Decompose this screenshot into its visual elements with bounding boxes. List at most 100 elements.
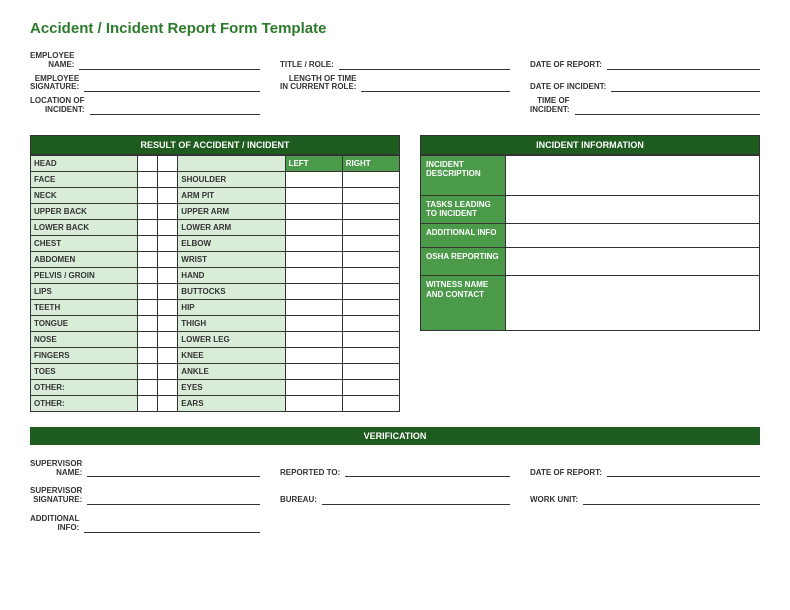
info-row-label: INCIDENT DESCRIPTION bbox=[421, 155, 506, 195]
info-row-label: TASKS LEADING TO INCIDENT bbox=[421, 195, 506, 223]
body-checkbox[interactable] bbox=[342, 283, 399, 299]
body-checkbox[interactable] bbox=[285, 283, 342, 299]
body-checkbox[interactable] bbox=[285, 395, 342, 411]
body-checkbox[interactable] bbox=[138, 219, 158, 235]
body-checkbox[interactable] bbox=[342, 251, 399, 267]
body-checkbox[interactable] bbox=[342, 187, 399, 203]
body-checkbox[interactable] bbox=[285, 379, 342, 395]
body-checkbox[interactable] bbox=[158, 155, 178, 171]
result-header: RESULT OF ACCIDENT / INCIDENT bbox=[30, 135, 400, 155]
body-checkbox[interactable] bbox=[158, 171, 178, 187]
body-checkbox[interactable] bbox=[285, 235, 342, 251]
location-incident-input[interactable] bbox=[90, 103, 260, 115]
body-checkbox[interactable] bbox=[138, 379, 158, 395]
title-role-input[interactable] bbox=[339, 58, 510, 70]
body-checkbox[interactable] bbox=[158, 331, 178, 347]
body-checkbox[interactable] bbox=[158, 219, 178, 235]
employee-name-input[interactable] bbox=[79, 58, 260, 70]
body-part-label: TOES bbox=[31, 363, 138, 379]
employee-signature-input[interactable] bbox=[84, 80, 260, 92]
body-checkbox[interactable] bbox=[138, 395, 158, 411]
body-checkbox[interactable] bbox=[138, 267, 158, 283]
body-checkbox[interactable] bbox=[138, 347, 158, 363]
bureau-input[interactable] bbox=[322, 493, 510, 505]
body-checkbox[interactable] bbox=[158, 363, 178, 379]
info-row-input[interactable] bbox=[506, 247, 760, 275]
body-checkbox[interactable] bbox=[138, 171, 158, 187]
body-checkbox[interactable] bbox=[158, 283, 178, 299]
body-part-label: CHEST bbox=[31, 235, 138, 251]
body-checkbox[interactable] bbox=[158, 299, 178, 315]
body-checkbox[interactable] bbox=[342, 331, 399, 347]
body-checkbox[interactable] bbox=[342, 203, 399, 219]
verif-date-report-input[interactable] bbox=[607, 465, 760, 477]
body-checkbox[interactable] bbox=[158, 267, 178, 283]
body-checkbox[interactable] bbox=[158, 187, 178, 203]
body-checkbox[interactable] bbox=[138, 363, 158, 379]
body-checkbox[interactable] bbox=[342, 267, 399, 283]
body-checkbox[interactable] bbox=[342, 235, 399, 251]
body-checkbox[interactable] bbox=[342, 347, 399, 363]
body-checkbox[interactable] bbox=[158, 379, 178, 395]
info-row-label: OSHA REPORTING bbox=[421, 247, 506, 275]
body-checkbox[interactable] bbox=[342, 219, 399, 235]
verification-section: SUPERVISOR NAME: REPORTED TO: DATE OF RE… bbox=[30, 460, 760, 533]
length-time-input[interactable] bbox=[361, 80, 510, 92]
date-incident-input[interactable] bbox=[611, 80, 760, 92]
date-incident-label: DATE OF INCIDENT: bbox=[530, 83, 606, 92]
info-row-label: ADDITIONAL INFO bbox=[421, 223, 506, 247]
body-checkbox[interactable] bbox=[138, 155, 158, 171]
body-checkbox[interactable] bbox=[138, 283, 158, 299]
body-checkbox[interactable] bbox=[285, 267, 342, 283]
body-checkbox[interactable] bbox=[285, 347, 342, 363]
additional-info-input[interactable] bbox=[84, 521, 260, 533]
supervisor-name-input[interactable] bbox=[87, 465, 260, 477]
body-checkbox[interactable] bbox=[285, 203, 342, 219]
body-checkbox[interactable] bbox=[285, 251, 342, 267]
body-checkbox[interactable] bbox=[138, 235, 158, 251]
body-checkbox[interactable] bbox=[342, 171, 399, 187]
body-checkbox[interactable] bbox=[285, 171, 342, 187]
body-checkbox[interactable] bbox=[342, 299, 399, 315]
body-checkbox[interactable] bbox=[138, 187, 158, 203]
form-title: Accident / Incident Report Form Template bbox=[30, 20, 760, 37]
body-part-label: KNEE bbox=[178, 347, 285, 363]
body-checkbox[interactable] bbox=[342, 395, 399, 411]
body-checkbox[interactable] bbox=[285, 363, 342, 379]
supervisor-signature-input[interactable] bbox=[87, 493, 260, 505]
body-checkbox[interactable] bbox=[158, 251, 178, 267]
info-row-input[interactable] bbox=[506, 195, 760, 223]
body-checkbox[interactable] bbox=[158, 395, 178, 411]
body-checkbox[interactable] bbox=[285, 331, 342, 347]
info-row-input[interactable] bbox=[506, 155, 760, 195]
body-part-label: TONGUE bbox=[31, 315, 138, 331]
work-unit-input[interactable] bbox=[583, 493, 760, 505]
body-part-label: SHOULDER bbox=[178, 171, 285, 187]
body-checkbox[interactable] bbox=[138, 331, 158, 347]
body-checkbox[interactable] bbox=[158, 235, 178, 251]
body-checkbox[interactable] bbox=[138, 203, 158, 219]
body-part-label: LOWER LEG bbox=[178, 331, 285, 347]
body-checkbox[interactable] bbox=[158, 203, 178, 219]
info-row-input[interactable] bbox=[506, 275, 760, 330]
body-checkbox[interactable] bbox=[138, 299, 158, 315]
body-checkbox[interactable] bbox=[138, 315, 158, 331]
time-incident-input[interactable] bbox=[575, 103, 760, 115]
body-checkbox[interactable] bbox=[342, 315, 399, 331]
body-checkbox[interactable] bbox=[138, 251, 158, 267]
body-checkbox[interactable] bbox=[285, 315, 342, 331]
body-part-label: FINGERS bbox=[31, 347, 138, 363]
body-part-blank bbox=[178, 155, 285, 171]
body-checkbox[interactable] bbox=[158, 347, 178, 363]
body-checkbox[interactable] bbox=[285, 187, 342, 203]
reported-to-input[interactable] bbox=[345, 465, 510, 477]
body-checkbox[interactable] bbox=[285, 299, 342, 315]
date-report-input[interactable] bbox=[607, 58, 760, 70]
body-part-label: OTHER: bbox=[31, 379, 138, 395]
body-checkbox[interactable] bbox=[342, 363, 399, 379]
body-checkbox[interactable] bbox=[158, 315, 178, 331]
body-checkbox[interactable] bbox=[285, 219, 342, 235]
length-time-label: LENGTH OF TIME IN CURRENT ROLE: bbox=[280, 75, 356, 93]
body-checkbox[interactable] bbox=[342, 379, 399, 395]
info-row-input[interactable] bbox=[506, 223, 760, 247]
